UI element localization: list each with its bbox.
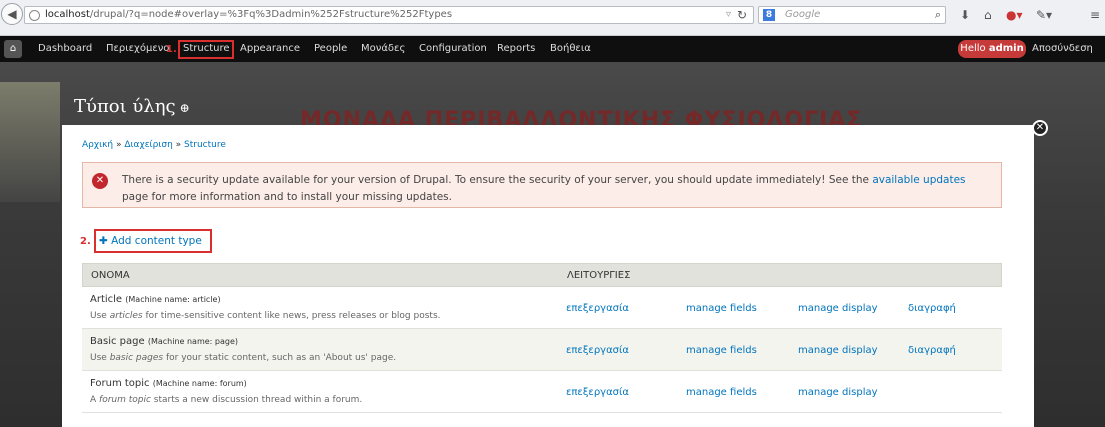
table-row: Basic page (Machine name: page) Use basi… [82, 329, 1002, 371]
globe-icon [29, 10, 40, 21]
breadcrumb-home[interactable]: Αρχική [82, 140, 113, 150]
error-icon: ✕ [92, 173, 108, 189]
column-header-operations: ΛΕΙΤΟΥΡΓΙΕΣ [567, 270, 631, 281]
edit-link[interactable]: επεξεργασία [566, 303, 629, 314]
search-icon[interactable]: ⌕ [935, 8, 941, 22]
toolbar-modules[interactable]: Μονάδες [361, 43, 405, 54]
breadcrumb-admin[interactable]: Διαχείριση [124, 140, 172, 150]
logout-link[interactable]: Αποσύνδεση [1032, 43, 1093, 54]
table-header: ΟΝΟΜΑ ΛΕΙΤΟΥΡΓΙΕΣ [82, 263, 1002, 287]
addon-icon[interactable]: ●▾ [1006, 8, 1023, 22]
home-icon[interactable]: ⌂ [4, 40, 22, 58]
toolbar-content[interactable]: Περιεχόμενο [106, 43, 169, 54]
browser-urlbar: ◀ localhost/drupal/?q=node#overlay=%3Fq%… [0, 0, 1105, 36]
add-shortcut-icon[interactable]: ⊕ [180, 101, 190, 115]
delete-link[interactable]: διαγραφή [908, 303, 956, 314]
security-warning-text: There is a security update available for… [122, 174, 966, 203]
table-row: Forum topic (Machine name: forum) A foru… [82, 371, 1002, 413]
toolbar-help[interactable]: Βοήθεια [550, 43, 591, 54]
search-box[interactable]: 8 Google ⌕ [758, 6, 946, 24]
dropdown-arrow-icon[interactable]: ▿ [726, 9, 731, 20]
download-icon[interactable]: ⬇ [960, 8, 970, 22]
add-content-type-link[interactable]: ✚ Add content type [99, 235, 202, 247]
available-updates-link[interactable]: available updates [872, 174, 965, 186]
toolbar-appearance[interactable]: Appearance [240, 43, 300, 54]
step-2-label: 2. [80, 236, 91, 247]
column-header-name: ΟΝΟΜΑ [91, 270, 130, 281]
content-type-name: Article (Machine name: article) [90, 294, 221, 305]
toolbar-dashboard[interactable]: Dashboard [38, 43, 92, 54]
step-1-label: 1. [166, 44, 177, 55]
extension-icon[interactable]: ✎▾ [1036, 8, 1052, 22]
breadcrumb-structure[interactable]: Structure [184, 140, 226, 150]
admin-toolbar: ⌂ Dashboard Περιεχόμενο 1. Structure App… [0, 36, 1105, 62]
manage-display-link[interactable]: manage display [798, 303, 878, 314]
table-row: Article (Machine name: article) Use arti… [82, 287, 1002, 329]
back-arrow-icon[interactable]: ◀ [1, 3, 23, 25]
reload-icon[interactable]: ↻ [737, 8, 747, 22]
page-title: Τύποι ύλης ⊕ [74, 96, 190, 117]
breadcrumb: Αρχική » Διαχείριση » Structure [82, 140, 226, 150]
toolbar-configuration[interactable]: Configuration [419, 43, 487, 54]
address-bar[interactable]: localhost/drupal/?q=node#overlay=%3Fq%3D… [24, 6, 754, 24]
search-engine-icon[interactable]: 8 [763, 9, 775, 21]
edit-link[interactable]: επεξεργασία [566, 345, 629, 356]
admin-overlay: Αρχική » Διαχείριση » Structure ✕ There … [62, 125, 1034, 427]
content-type-description: Use basic pages for your static content,… [90, 353, 397, 363]
url-text: localhost/drupal/?q=node#overlay=%3Fq%3D… [45, 9, 453, 20]
content-type-name: Forum topic (Machine name: forum) [90, 378, 247, 389]
search-placeholder: Google [785, 9, 821, 20]
background-photo [0, 82, 60, 202]
menu-icon[interactable]: ≡ [1090, 8, 1100, 22]
manage-display-link[interactable]: manage display [798, 345, 878, 356]
manage-fields-link[interactable]: manage fields [686, 345, 757, 356]
hello-user-badge[interactable]: Hello admin [958, 40, 1026, 58]
content-types-table: ΟΝΟΜΑ ΛΕΙΤΟΥΡΓΙΕΣ Article (Machine name:… [82, 263, 1002, 413]
edit-link[interactable]: επεξεργασία [566, 387, 629, 398]
security-warning-message: ✕ There is a security update available f… [82, 162, 1002, 208]
content-type-description: A forum topic starts a new discussion th… [90, 395, 363, 405]
toolbar-people[interactable]: People [314, 43, 347, 54]
home-icon[interactable]: ⌂ [984, 8, 992, 22]
structure-highlight-box [178, 40, 234, 59]
content-type-description: Use articles for time-sensitive content … [90, 311, 441, 321]
manage-fields-link[interactable]: manage fields [686, 303, 757, 314]
manage-fields-link[interactable]: manage fields [686, 387, 757, 398]
toolbar-reports[interactable]: Reports [497, 43, 535, 54]
content-type-name: Basic page (Machine name: page) [90, 336, 239, 347]
manage-display-link[interactable]: manage display [798, 387, 878, 398]
delete-link[interactable]: διαγραφή [908, 345, 956, 356]
close-overlay-icon[interactable]: ✕ [1032, 120, 1048, 136]
